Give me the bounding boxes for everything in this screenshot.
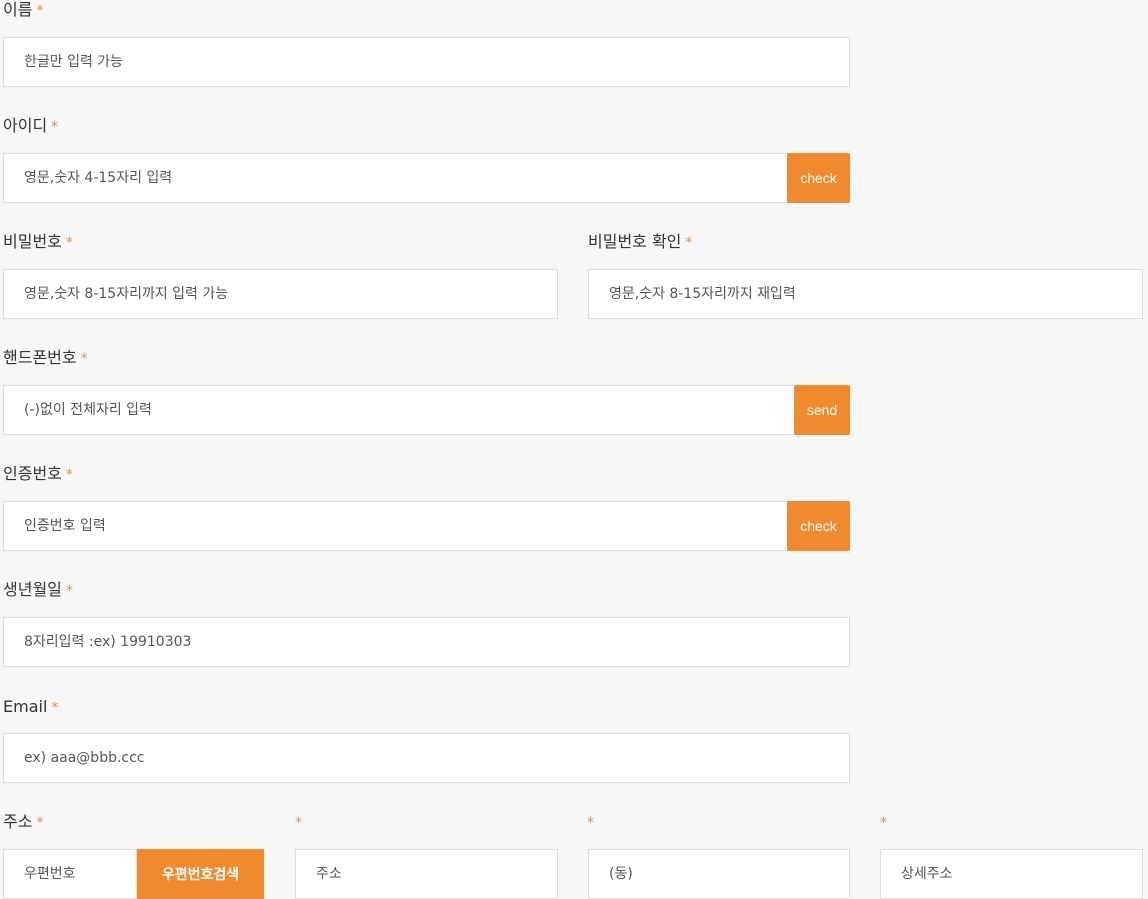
auth-check-button[interactable]: check xyxy=(787,501,850,551)
user-id-label-text: 아이디 xyxy=(3,116,48,135)
send-button[interactable]: send xyxy=(794,385,850,435)
birth-input[interactable] xyxy=(3,617,850,667)
phone-label-text: 핸드폰번호 xyxy=(3,348,77,367)
required-mark: * xyxy=(880,815,887,831)
required-mark: * xyxy=(685,235,693,251)
auth-code-input[interactable] xyxy=(3,501,788,551)
password-confirm-label-text: 비밀번호 확인 xyxy=(588,232,682,251)
password-confirm-label: 비밀번호 확인 * xyxy=(588,232,692,253)
postcode-input[interactable] xyxy=(3,849,137,899)
phone-label: 핸드폰번호 * xyxy=(3,348,88,369)
postcode-search-button[interactable]: 우편번호검색 xyxy=(137,849,264,899)
dong-input[interactable] xyxy=(588,849,850,899)
name-label-text: 이름 xyxy=(3,0,33,19)
phone-input[interactable] xyxy=(3,385,795,435)
birth-label-text: 생년월일 xyxy=(3,580,62,599)
password-input[interactable] xyxy=(3,269,558,319)
id-check-button[interactable]: check xyxy=(787,153,850,203)
address-required-label: * xyxy=(291,812,302,833)
email-input[interactable] xyxy=(3,733,850,783)
dong-required-label: * xyxy=(583,812,594,833)
required-mark: * xyxy=(51,700,59,716)
detail-address-input[interactable] xyxy=(880,849,1143,899)
birth-label: 생년월일 * xyxy=(3,580,73,601)
required-mark: * xyxy=(65,235,73,251)
email-label: Email * xyxy=(3,697,58,718)
required-mark: * xyxy=(80,351,88,367)
required-mark: * xyxy=(36,815,44,831)
auth-code-label: 인증번호 * xyxy=(3,464,73,485)
required-mark: * xyxy=(295,815,302,831)
user-id-input[interactable] xyxy=(3,153,788,203)
address-input[interactable] xyxy=(295,849,558,899)
auth-code-label-text: 인증번호 xyxy=(3,464,62,483)
user-id-label: 아이디 * xyxy=(3,116,58,137)
name-label: 이름 * xyxy=(3,0,43,21)
name-input[interactable] xyxy=(3,37,850,87)
password-label-text: 비밀번호 xyxy=(3,232,62,251)
address-label-text: 주소 xyxy=(3,812,33,831)
required-mark: * xyxy=(65,467,73,483)
email-label-text: Email xyxy=(3,697,48,716)
password-confirm-input[interactable] xyxy=(588,269,1143,319)
address-label: 주소 * xyxy=(3,812,43,833)
required-mark: * xyxy=(36,3,44,19)
detail-required-label: * xyxy=(876,812,887,833)
required-mark: * xyxy=(65,583,73,599)
required-mark: * xyxy=(587,815,594,831)
required-mark: * xyxy=(51,119,59,135)
password-label: 비밀번호 * xyxy=(3,232,73,253)
